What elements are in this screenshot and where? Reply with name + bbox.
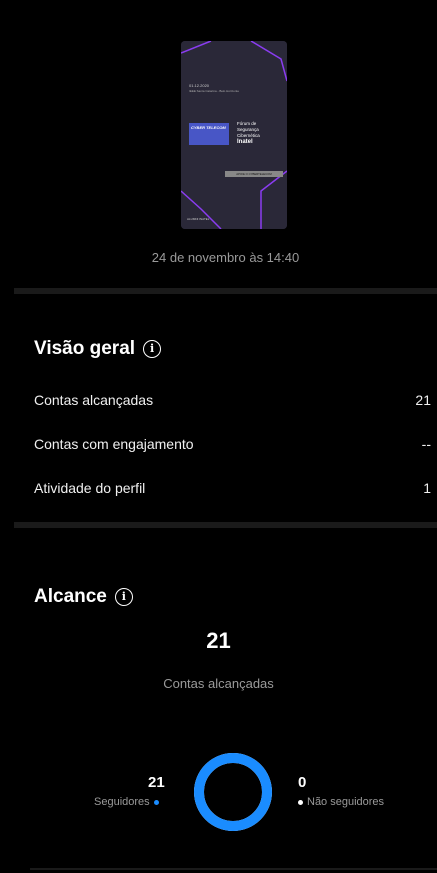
followers-label: Seguidores xyxy=(94,796,159,808)
post-date: 24 de novembro às 14:40 xyxy=(151,250,300,265)
row-value: 21 xyxy=(415,392,431,408)
reach-header: Alcance i xyxy=(34,586,133,608)
row-label: Contas com engajamento xyxy=(34,436,194,452)
row-label: Atividade do perfil xyxy=(34,480,146,496)
nonfollowers-value: 0 xyxy=(298,774,307,791)
thumb-org: Inatel xyxy=(237,139,253,145)
reach-total-label: Contas alcançadas xyxy=(163,676,274,691)
thumb-date: 01.12.2020 xyxy=(189,83,210,88)
followers-dot xyxy=(153,799,159,805)
donut-followers-arc xyxy=(194,753,272,831)
reach-total: 21 xyxy=(206,628,231,653)
insights-screen: 01.12.2020 IEEE Santa Catarina - Belo Ho… xyxy=(14,8,437,873)
followers-value: 21 xyxy=(148,774,165,791)
reach-donut-chart xyxy=(194,753,272,831)
thumb-button: APOIE O CYBERTELECOM xyxy=(225,171,283,177)
reach-title: Alcance xyxy=(34,586,107,607)
row-value: 1 xyxy=(423,480,431,496)
thumb-venue: IEEE Santa Catarina - Belo Horizonte xyxy=(189,89,240,93)
thumb-footer: ALUMNI INATEL xyxy=(187,217,210,221)
row-value: -- xyxy=(421,436,431,452)
post-preview-section: 01.12.2020 IEEE Santa Catarina - Belo Ho… xyxy=(14,8,437,288)
overview-row-profile-activity[interactable]: Atividade do perfil 1 xyxy=(34,480,431,496)
info-icon[interactable]: i xyxy=(114,588,133,606)
overview-title: Visão geral xyxy=(34,338,136,359)
thumb-title: Fórum de Segurança Cibernética Inatel xyxy=(237,121,260,145)
followers-label-text: Seguidores xyxy=(94,796,150,808)
info-icon[interactable]: i xyxy=(143,340,162,358)
nonfollowers-dot xyxy=(298,799,303,805)
overview-row-reached[interactable]: Contas alcançadas 21 xyxy=(34,392,431,408)
overview-section: Visão geral i Contas alcançadas 21 Conta… xyxy=(14,294,437,522)
nonfollowers-label-text: Não seguidores xyxy=(307,796,385,808)
post-thumbnail-art xyxy=(181,41,287,229)
thumb-brand: CYBER TELECOM xyxy=(191,125,226,130)
overview-header: Visão geral i xyxy=(34,338,162,360)
bottom-divider xyxy=(30,868,437,870)
nonfollowers-label: Não seguidores xyxy=(298,796,384,808)
post-thumbnail[interactable]: 01.12.2020 IEEE Santa Catarina - Belo Ho… xyxy=(181,41,287,229)
row-label: Contas alcançadas xyxy=(34,392,154,408)
overview-row-engaged[interactable]: Contas com engajamento -- xyxy=(34,436,431,452)
